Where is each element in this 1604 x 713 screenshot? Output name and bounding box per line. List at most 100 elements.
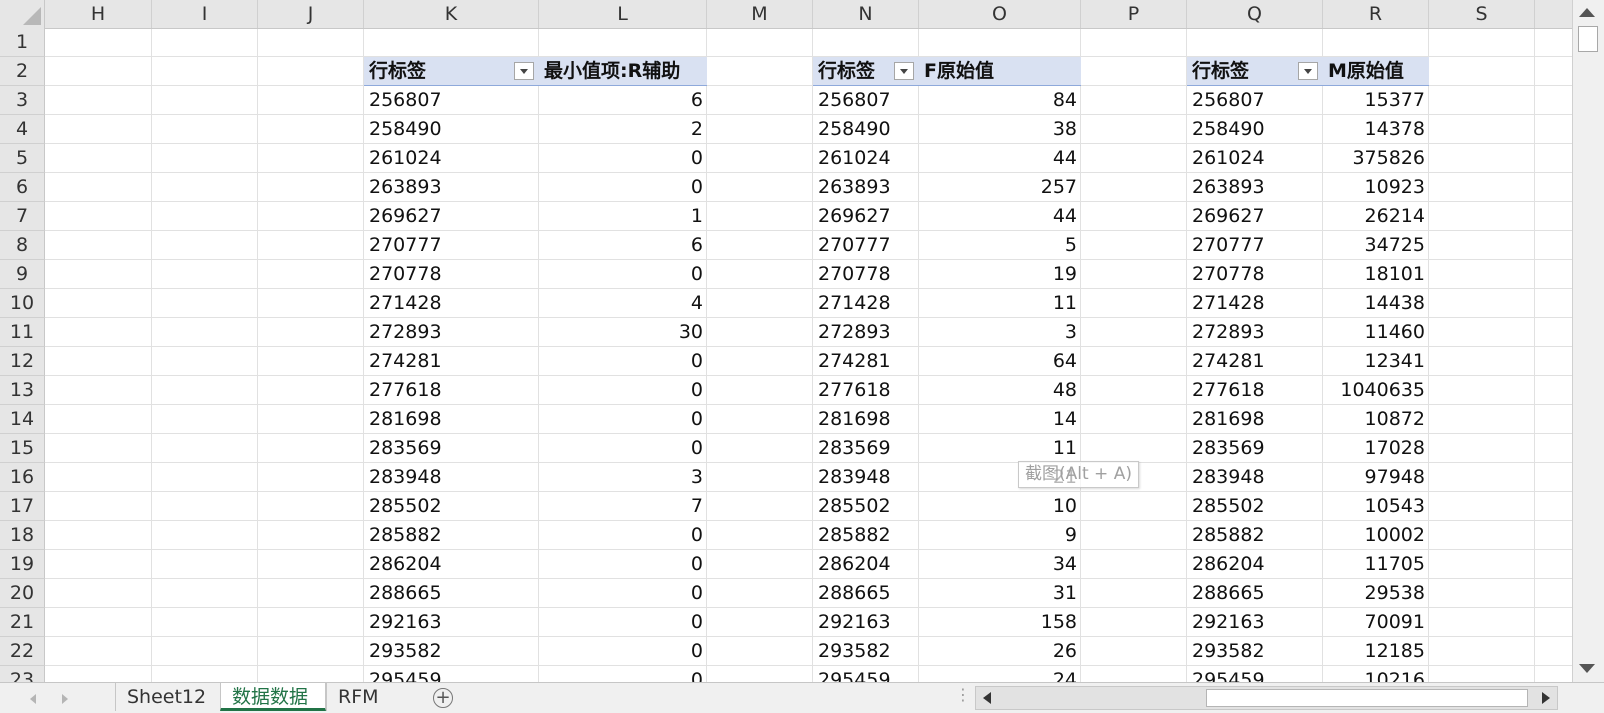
pivot-r-row-value[interactable]: 0 (539, 579, 707, 608)
pivot-m-row-value[interactable]: 10002 (1323, 521, 1429, 550)
pivot-f-row-value[interactable]: 26 (919, 637, 1081, 666)
pivot-r-row-label[interactable]: 274281 (364, 347, 539, 376)
pivot-f-row-value[interactable]: 48 (919, 376, 1081, 405)
pivot-r-row-label[interactable]: 281698 (364, 405, 539, 434)
row-header[interactable]: 8 (0, 231, 45, 260)
row-header[interactable]: 14 (0, 405, 45, 434)
next-sheet-arrow-icon[interactable] (62, 694, 68, 704)
pivot-m-row-label[interactable]: 270777 (1187, 231, 1323, 260)
pivot-r-row-label[interactable]: 271428 (364, 289, 539, 318)
pivot-m-row-value[interactable]: 10923 (1323, 173, 1429, 202)
pivot-r-row-label[interactable]: 286204 (364, 550, 539, 579)
pivot-m-row-value[interactable]: 15377 (1323, 86, 1429, 115)
pivot-r-row-value[interactable]: 0 (539, 637, 707, 666)
pivot-f-row-label[interactable]: 293582 (813, 637, 919, 666)
scroll-left-arrow-icon[interactable] (983, 692, 991, 704)
pivot-f-row-value[interactable]: 9 (919, 521, 1081, 550)
pivot-f-row-value[interactable]: 19 (919, 260, 1081, 289)
pivot-r-header-label[interactable]: 行标签 (364, 57, 539, 86)
pivot-m-row-value[interactable]: 10872 (1323, 405, 1429, 434)
pivot-m-row-value[interactable]: 10216 (1323, 666, 1429, 682)
pivot-m-row-value[interactable]: 29538 (1323, 579, 1429, 608)
pivot-r-row-value[interactable]: 4 (539, 289, 707, 318)
pivot-r-row-label[interactable]: 261024 (364, 144, 539, 173)
pivot-m-row-label[interactable]: 286204 (1187, 550, 1323, 579)
scroll-down-arrow-icon[interactable] (1579, 664, 1595, 673)
scroll-right-arrow-icon[interactable] (1542, 692, 1550, 704)
pivot-m-row-label[interactable]: 258490 (1187, 115, 1323, 144)
pivot-f-row-value[interactable]: 64 (919, 347, 1081, 376)
column-header-l[interactable]: L (539, 0, 707, 28)
pivot-r-row-label[interactable]: 285882 (364, 521, 539, 550)
pivot-f-filter-dropdown-icon[interactable] (894, 62, 914, 80)
pivot-f-row-value[interactable]: 158 (919, 608, 1081, 637)
row-header[interactable]: 12 (0, 347, 45, 376)
pivot-r-row-value[interactable]: 0 (539, 173, 707, 202)
column-header-h[interactable]: H (45, 0, 152, 28)
pivot-r-row-value[interactable]: 0 (539, 608, 707, 637)
pivot-r-row-value[interactable]: 3 (539, 463, 707, 492)
row-header[interactable]: 17 (0, 492, 45, 521)
pivot-m-row-value[interactable]: 10543 (1323, 492, 1429, 521)
pivot-r-header-value[interactable]: 最小值项:R辅助 (539, 57, 707, 86)
pivot-r-row-label[interactable]: 256807 (364, 86, 539, 115)
pivot-r-row-value[interactable]: 0 (539, 347, 707, 376)
pivot-f-row-label[interactable]: 292163 (813, 608, 919, 637)
pivot-r-row-value[interactable]: 0 (539, 144, 707, 173)
pivot-f-row-label[interactable]: 274281 (813, 347, 919, 376)
column-header-r[interactable]: R (1323, 0, 1429, 28)
spreadsheet-grid[interactable]: H I J K L M N O P Q R S 1 2 3 4 5 6 7 8 9 10 11 12 13 14 15 16 17 18 1… (0, 0, 1572, 682)
pivot-f-row-label[interactable]: 270777 (813, 231, 919, 260)
pivot-r-row-value[interactable]: 0 (539, 376, 707, 405)
pivot-m-row-label[interactable]: 295459 (1187, 666, 1323, 682)
pivot-m-row-label[interactable]: 269627 (1187, 202, 1323, 231)
pivot-m-row-label[interactable]: 272893 (1187, 318, 1323, 347)
pivot-f-row-value[interactable]: 14 (919, 405, 1081, 434)
scroll-up-arrow-icon[interactable] (1579, 8, 1595, 17)
pivot-r-row-label[interactable]: 269627 (364, 202, 539, 231)
pivot-r-row-value[interactable]: 6 (539, 86, 707, 115)
pivot-f-row-label[interactable]: 258490 (813, 115, 919, 144)
pivot-m-row-value[interactable]: 1040635 (1323, 376, 1429, 405)
pivot-r-row-value[interactable]: 0 (539, 550, 707, 579)
pivot-f-row-label[interactable]: 271428 (813, 289, 919, 318)
row-header[interactable]: 6 (0, 173, 45, 202)
pivot-r-row-value[interactable]: 0 (539, 434, 707, 463)
row-header[interactable]: 19 (0, 550, 45, 579)
row-header[interactable]: 20 (0, 579, 45, 608)
pivot-m-row-value[interactable]: 12341 (1323, 347, 1429, 376)
row-header[interactable]: 15 (0, 434, 45, 463)
column-header-m[interactable]: M (707, 0, 813, 28)
pivot-m-row-label[interactable]: 283569 (1187, 434, 1323, 463)
pivot-m-row-label[interactable]: 270778 (1187, 260, 1323, 289)
pivot-r-row-label[interactable]: 293582 (364, 637, 539, 666)
pivot-m-row-value[interactable]: 26214 (1323, 202, 1429, 231)
column-header-j[interactable]: J (258, 0, 364, 28)
pivot-r-filter-dropdown-icon[interactable] (514, 62, 534, 80)
pivot-r-row-label[interactable]: 270777 (364, 231, 539, 260)
pivot-r-row-value[interactable]: 0 (539, 260, 707, 289)
pivot-m-row-label[interactable]: 283948 (1187, 463, 1323, 492)
pivot-r-row-label[interactable]: 277618 (364, 376, 539, 405)
pivot-f-row-label[interactable]: 285882 (813, 521, 919, 550)
pivot-m-row-label[interactable]: 271428 (1187, 289, 1323, 318)
row-header[interactable]: 10 (0, 289, 45, 318)
pivot-f-row-value[interactable]: 5 (919, 231, 1081, 260)
pivot-r-row-label[interactable]: 292163 (364, 608, 539, 637)
column-header-n[interactable]: N (813, 0, 919, 28)
pivot-m-row-value[interactable]: 14378 (1323, 115, 1429, 144)
column-header-p[interactable]: P (1081, 0, 1187, 28)
pivot-r-row-label[interactable]: 272893 (364, 318, 539, 347)
pivot-r-row-label[interactable]: 288665 (364, 579, 539, 608)
pivot-m-header-value[interactable]: M原始值 (1323, 57, 1429, 86)
row-header[interactable]: 2 (0, 57, 45, 86)
splitter-dots-icon[interactable]: ⋮ (955, 685, 971, 704)
horizontal-scroll-thumb[interactable] (1206, 689, 1528, 707)
column-header-o[interactable]: O (919, 0, 1081, 28)
pivot-m-row-label[interactable]: 285882 (1187, 521, 1323, 550)
pivot-m-row-value[interactable]: 18101 (1323, 260, 1429, 289)
sheet-tab-shujushuju[interactable]: 数据数据 (220, 683, 326, 711)
pivot-m-row-value[interactable]: 12185 (1323, 637, 1429, 666)
pivot-f-row-label[interactable]: 272893 (813, 318, 919, 347)
pivot-m-row-value[interactable]: 11705 (1323, 550, 1429, 579)
